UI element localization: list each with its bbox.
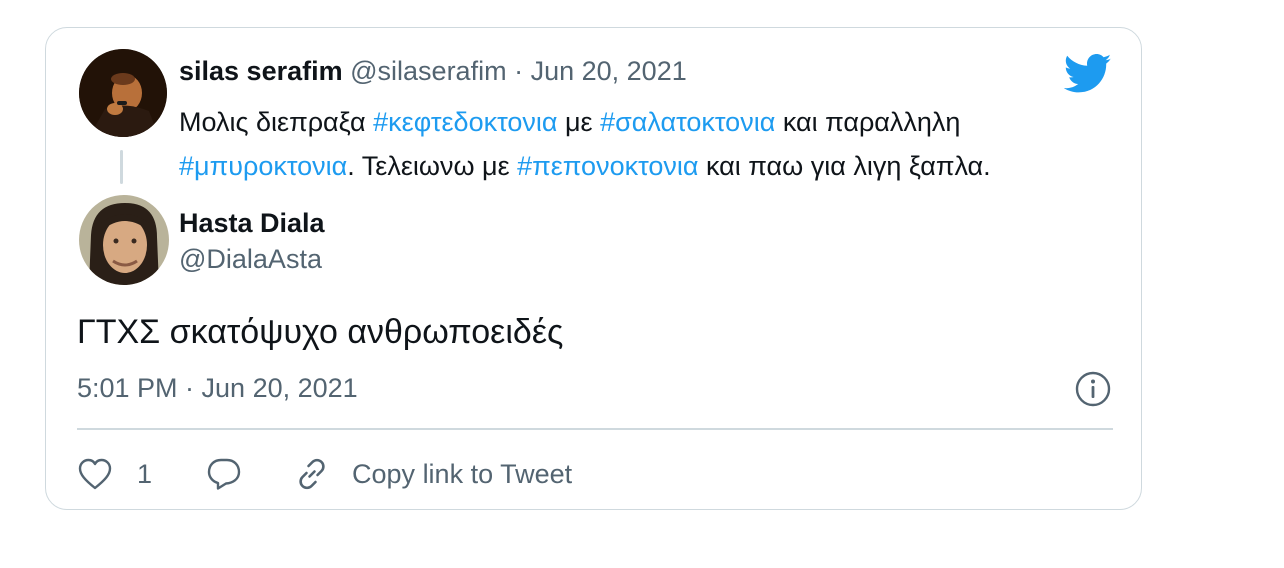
- reply-bubble-icon[interactable]: [152, 457, 242, 491]
- reply-author-handle[interactable]: @DialaAsta: [179, 244, 322, 275]
- quoted-author-handle[interactable]: @silaserafim: [350, 56, 506, 86]
- info-icon[interactable]: [1074, 370, 1112, 408]
- text-segment: Μολις διεπραξα: [179, 107, 374, 137]
- hashtag-link[interactable]: #κεφτεδοκτονια: [373, 107, 557, 137]
- twitter-bird-icon[interactable]: [1063, 54, 1112, 94]
- text-segment: και παω για λιγη ξαπλα.: [698, 151, 991, 181]
- divider: [77, 428, 1113, 430]
- hashtag-link[interactable]: #σαλατοκτονια: [600, 107, 775, 137]
- thread-connector-line: [120, 150, 123, 184]
- avatar-hasta[interactable]: [79, 195, 169, 285]
- avatar-silas[interactable]: [79, 49, 167, 137]
- quoted-author-name[interactable]: silas serafim: [179, 56, 343, 86]
- hashtag-link[interactable]: #πεπονοκτονια: [517, 151, 698, 181]
- heart-icon[interactable]: [77, 457, 113, 491]
- quoted-tweet-text: Μολις διεπραξα #κεφτεδοκτονια με #σαλατο…: [179, 100, 1129, 188]
- link-icon[interactable]: [242, 456, 330, 492]
- copy-link-button[interactable]: Copy link to Tweet: [352, 459, 572, 490]
- text-segment: με: [557, 107, 601, 137]
- hashtag-link[interactable]: #μπυροκτονια: [179, 151, 347, 181]
- reply-timestamp[interactable]: 5:01 PM · Jun 20, 2021: [77, 373, 358, 404]
- reply-author-name[interactable]: Hasta Diala: [179, 208, 325, 239]
- like-count[interactable]: 1: [137, 459, 152, 490]
- header-separator: ·: [514, 56, 524, 86]
- quoted-tweet-header: silas serafim @silaserafim · Jun 20, 202…: [179, 56, 687, 87]
- quoted-tweet-date[interactable]: Jun 20, 2021: [531, 56, 687, 86]
- text-segment: . Τελειωνω με: [347, 151, 518, 181]
- tweet-actions-bar: 1 Copy link to Tweet: [77, 452, 572, 496]
- reply-tweet-text: ΓΤΧΣ σκατόψυχο ανθρωποειδές: [77, 313, 564, 351]
- embedded-tweet-card: silas serafim @silaserafim · Jun 20, 202…: [45, 27, 1142, 510]
- text-segment: και παραλληλη: [775, 107, 961, 137]
